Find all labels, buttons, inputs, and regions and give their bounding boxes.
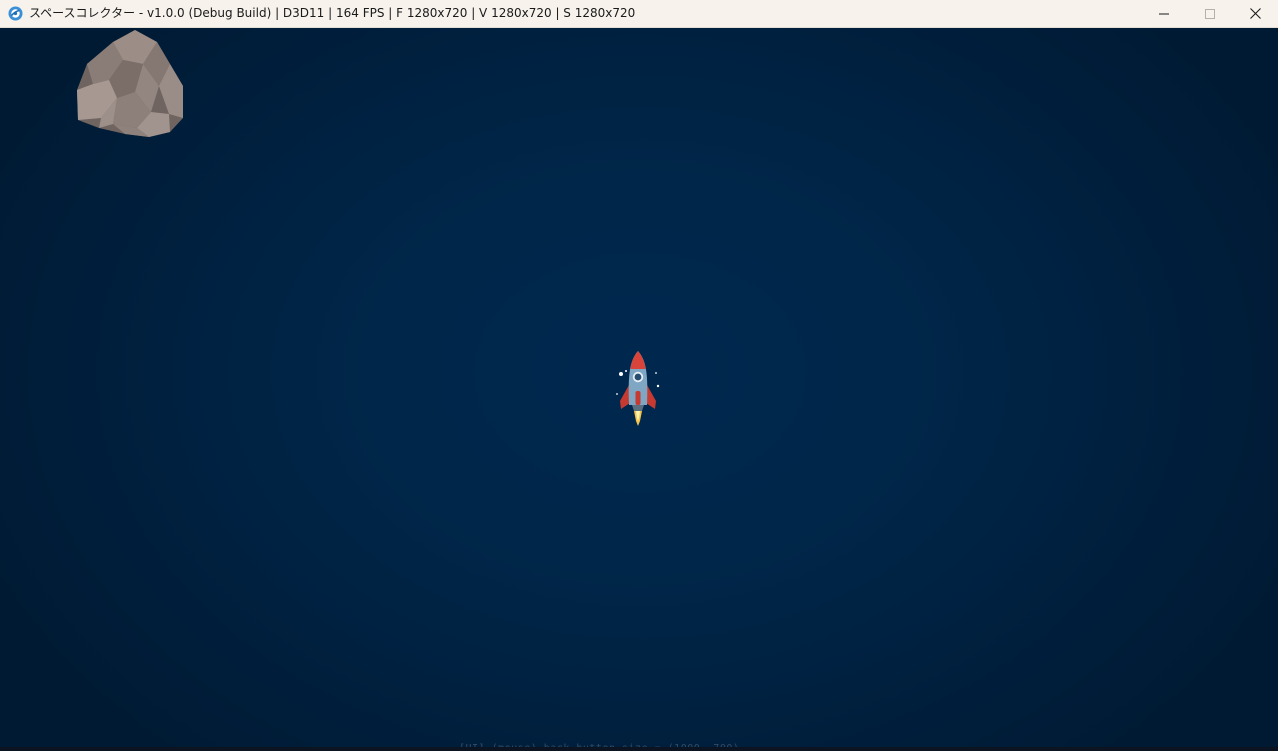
asteroid-sprite (77, 30, 183, 137)
minimize-button[interactable] (1141, 0, 1187, 27)
close-button[interactable] (1232, 0, 1278, 27)
minimize-icon (1159, 13, 1169, 14)
game-window: スペースコレクター - v1.0.0 (Debug Build) | D3D11… (0, 0, 1278, 751)
rocket-sprite (616, 351, 660, 426)
app-icon (8, 6, 23, 21)
window-title: スペースコレクター - v1.0.0 (Debug Build) | D3D11… (29, 6, 636, 20)
title-bar[interactable]: スペースコレクター - v1.0.0 (Debug Build) | D3D11… (0, 0, 1278, 28)
maximize-icon (1205, 8, 1215, 19)
close-icon (1249, 8, 1261, 19)
window-bottom-edge (0, 747, 1278, 751)
maximize-button[interactable] (1187, 0, 1233, 27)
game-viewport[interactable]: [UI] (mouse) back button size = (1000, 7… (0, 28, 1278, 751)
